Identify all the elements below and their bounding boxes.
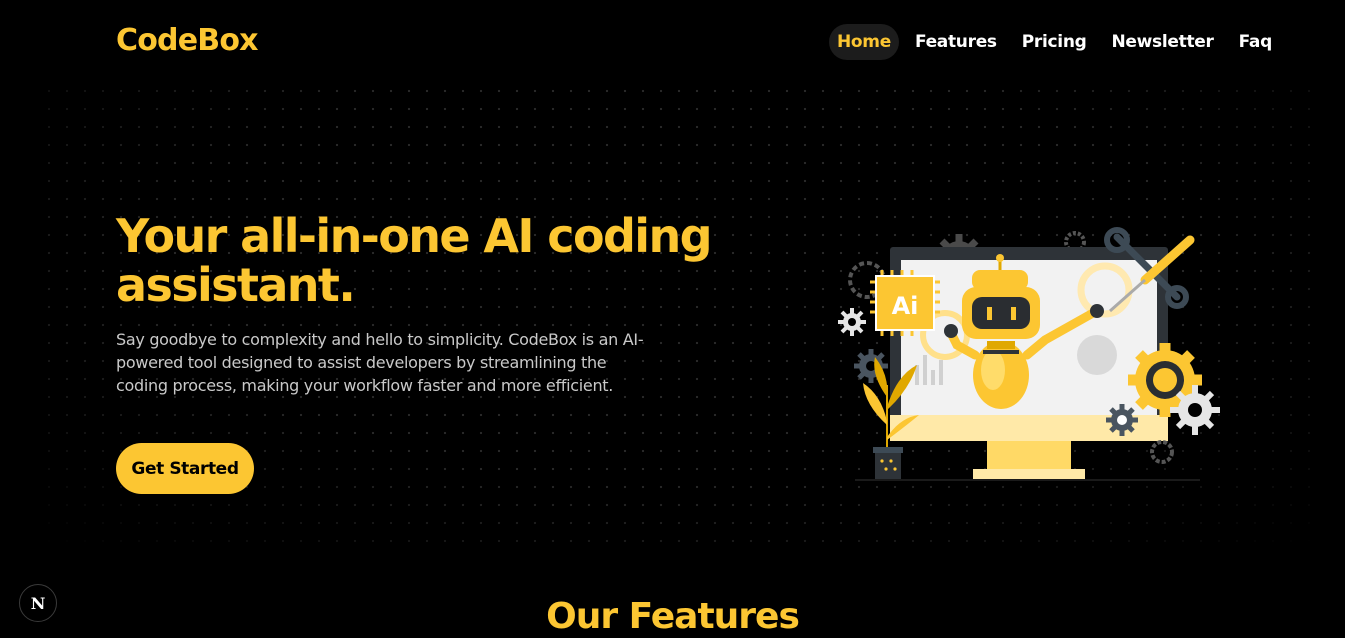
svg-text:Ai: Ai [892, 292, 919, 320]
nav-newsletter[interactable]: Newsletter [1112, 32, 1214, 52]
site-header: CodeBox Home Features Pricing Newsletter… [0, 0, 1345, 82]
hero-description: Say goodbye to complexity and hello to s… [116, 330, 644, 395]
main-nav: Home Features Pricing Newsletter Faq [829, 23, 1297, 60]
features-section-title: Our Features [546, 596, 800, 637]
nav-pricing[interactable]: Pricing [1022, 32, 1087, 52]
ai-chip-icon: Ai [870, 270, 940, 336]
nav-features[interactable]: Features [915, 32, 997, 52]
gear-icon [1150, 440, 1174, 464]
nav-faq[interactable]: Faq [1239, 32, 1273, 52]
robot-computer-illustration: Ai [838, 227, 1220, 481]
hero-title: Your all-in-one AI coding assistant. [116, 209, 713, 312]
gear-icon [838, 308, 866, 336]
get-started-button[interactable]: Get Started [116, 443, 254, 494]
nextjs-dev-indicator-icon[interactable]: N [19, 584, 57, 622]
nav-home[interactable]: Home [829, 23, 899, 60]
logo[interactable]: CodeBox [116, 23, 258, 58]
